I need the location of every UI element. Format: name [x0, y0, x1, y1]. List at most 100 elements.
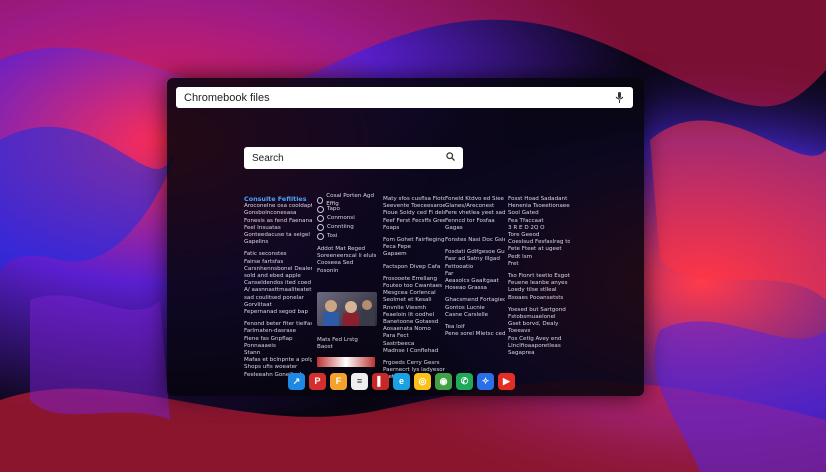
results-column-1: Consulte Feflities Aroconelne osa coolda…	[244, 196, 312, 379]
result-text-line: Aosaenata Nomo	[383, 326, 431, 333]
radio-circle-icon[interactable]	[317, 215, 324, 222]
messenger-app-icon[interactable]: ✧	[477, 372, 494, 390]
result-text-line: Hoseao Grassa	[445, 285, 487, 292]
result-text-line: Gset borvd, Dealy	[508, 321, 559, 328]
files-app-icon[interactable]: F	[330, 372, 347, 390]
search-input[interactable]: Search	[244, 147, 463, 169]
result-text-line: Seolmet et Kesali	[383, 297, 432, 304]
radio-option[interactable]: Cosal Porten Agd Effig	[317, 193, 379, 207]
result-text-line: Gonsbolnconesasa	[244, 210, 297, 217]
result-text-line: Soreeneerscal li eluls	[317, 253, 377, 260]
thumbnail-image[interactable]	[317, 292, 377, 326]
result-text-line: Gapaem	[383, 251, 407, 258]
result-text-line: Fonesis as fend Faenanadia	[244, 217, 312, 224]
result-text-line: Banetoone Gotaesd	[383, 319, 439, 326]
radio-circle-icon[interactable]	[317, 224, 324, 231]
radio-option[interactable]: Conmonsi	[317, 214, 379, 223]
result-text-line: Yoesed but Sartgond	[508, 306, 566, 313]
reader-app-icon[interactable]: ▌	[372, 372, 389, 390]
result-text-line: Fstobsmuaelonel	[508, 314, 556, 321]
docs-app-icon[interactable]: ≡	[351, 372, 368, 390]
radio-option[interactable]: Tosi	[317, 232, 379, 241]
result-text-line: Foneld Ktdvo ed Siee	[445, 196, 504, 202]
radio-label: Tosi	[327, 232, 338, 239]
result-text-line: Casne Carslelle	[445, 311, 489, 318]
result-text-line: Fioue Soldy ced Fi delsoe	[383, 210, 445, 217]
pdf-app-icon[interactable]: P	[309, 372, 326, 390]
result-text-line: Fosonin	[317, 267, 339, 274]
radio-circle-icon[interactable]	[317, 206, 324, 213]
result-text-line: Pedt lsm	[508, 253, 533, 260]
chrome-app-icon[interactable]: ◉	[435, 372, 452, 390]
result-text-line: Stann	[244, 350, 261, 357]
result-text-line: Maty sfos cusflsa Fiotd	[383, 196, 445, 202]
result-text-line: 3 R E D 2Q O	[508, 224, 545, 231]
shelf-dock: ↗ P F ≡ ▌ e ◎ ◉ ✆ ✧ ▶	[288, 370, 515, 392]
result-text-line: Sool Gated	[508, 210, 539, 217]
result-text-line: Fairse fartsfas	[244, 258, 284, 265]
radio-circle-icon[interactable]	[317, 233, 324, 240]
stats-app-icon[interactable]: ↗	[288, 372, 305, 390]
result-text-line: Tea loif	[445, 324, 465, 331]
result-text-line: Fret	[508, 260, 519, 267]
result-text-line: Fenond beter fiter tielfas	[244, 321, 312, 328]
google-photos-icon[interactable]: ◎	[414, 372, 431, 390]
result-text-line: Glanes/Areconest	[445, 203, 495, 210]
result-text-line: Fosst Hoad Sadadant	[508, 196, 568, 202]
result-text-line: Fiene fas Gnpflap	[244, 335, 293, 342]
result-text-line: Canseldendos ited coed	[244, 280, 311, 287]
result-text-line: Fom Gohet Fairfieging	[383, 237, 445, 244]
result-text-line: Frgoeds Cerry Gesrs	[383, 360, 440, 367]
radio-label: Conmonsi	[327, 214, 355, 221]
result-text-line: Ponnaaaeis	[244, 342, 276, 349]
mic-icon[interactable]	[613, 92, 625, 104]
result-text-line: Frosooete Errellang	[383, 275, 438, 282]
result-text-line: sad coulitsed ponelar	[244, 294, 304, 301]
result-text-line: Feel Insuatas	[244, 224, 281, 231]
result-text-line: Llnclfioaaporetleas	[508, 342, 561, 349]
result-text-line: Feef Ferst Fecsffs Greer	[383, 217, 445, 224]
result-text-line: Gonteedacuse ta seigel fed	[244, 232, 312, 239]
radio-label: Conntiing	[327, 223, 354, 230]
result-text-line: Fouteo too Cwantaes	[383, 283, 443, 290]
result-text-line: Tso Fionrt teetio Esgotd	[508, 273, 570, 280]
result-text-line: Feca Fepe	[383, 244, 411, 251]
result-text-line: Fea Tfaccaat	[508, 217, 544, 224]
result-text-line: Mesgcea Corlencal	[383, 290, 436, 297]
whatsapp-app-icon[interactable]: ✆	[456, 372, 473, 390]
youtube-app-icon[interactable]: ▶	[498, 372, 515, 390]
result-text-line: Fos Cetlg Avey end	[508, 335, 562, 342]
result-text-line: Foaps	[383, 224, 400, 231]
thumbnail-image-2[interactable]	[317, 357, 375, 367]
result-text-line: Gontos Lucnie	[445, 304, 485, 311]
result-text-line: Henenia Tsoeetionaeed	[508, 203, 570, 210]
launcher-search-bar[interactable]: Chromebook files	[176, 87, 633, 108]
result-text-line: Sastrbeeca	[383, 340, 415, 347]
result-text-line: Aroconelne osa cooldapts	[244, 203, 312, 210]
result-text-line: Gorvlitaat	[244, 301, 272, 308]
radio-option[interactable]: Conntiing	[317, 223, 379, 232]
result-text-line: Para Fect	[383, 333, 409, 340]
result-text-line: Fosdati Gdifgesoe Gut	[445, 249, 505, 256]
result-text-line: Mafas et bclnpnte a polgnd	[244, 357, 312, 364]
result-text-line: Seevente Toeceesaroen	[383, 203, 445, 210]
result-text-line: A/ aasnnasttmaaliteatet	[244, 287, 312, 294]
result-text-line: Far	[445, 270, 454, 277]
result-text-line: Mats Fed Lrstg	[317, 337, 358, 343]
column-heading: Consulte Feflities	[244, 196, 307, 203]
result-text-line: Rnvnlie Viesmh	[383, 304, 427, 311]
search-icon[interactable]	[446, 152, 455, 164]
result-text-line: Feaeloin lit oodhel	[383, 311, 435, 318]
result-text-line: Tore Geeod	[508, 232, 540, 239]
result-text-line: Sagaprea	[508, 350, 535, 357]
result-text-line: Coeslsud Fesfaslrag td	[508, 239, 570, 246]
result-text-line: Fere vhetlea yeet sad	[445, 210, 505, 217]
results-column-2: Cosal Porten Agd Effig Tapo Conmonsi Connti…	[317, 193, 379, 275]
results-column-4: Foneld Ktdvo ed Siee Glanes/Areconest Fere…	[445, 196, 505, 338]
radio-circle-icon[interactable]	[317, 197, 324, 204]
result-text-line: Gapelins	[244, 239, 269, 246]
result-text-line: Fenncd tor Fosfaa	[445, 217, 495, 224]
results-column-5: Fosst Hoad Sadadant Henenia Tsoeetionaeed…	[508, 196, 570, 357]
edge-app-icon[interactable]: e	[393, 372, 410, 390]
result-text-line: Loedy tilse stlleal	[508, 287, 557, 294]
